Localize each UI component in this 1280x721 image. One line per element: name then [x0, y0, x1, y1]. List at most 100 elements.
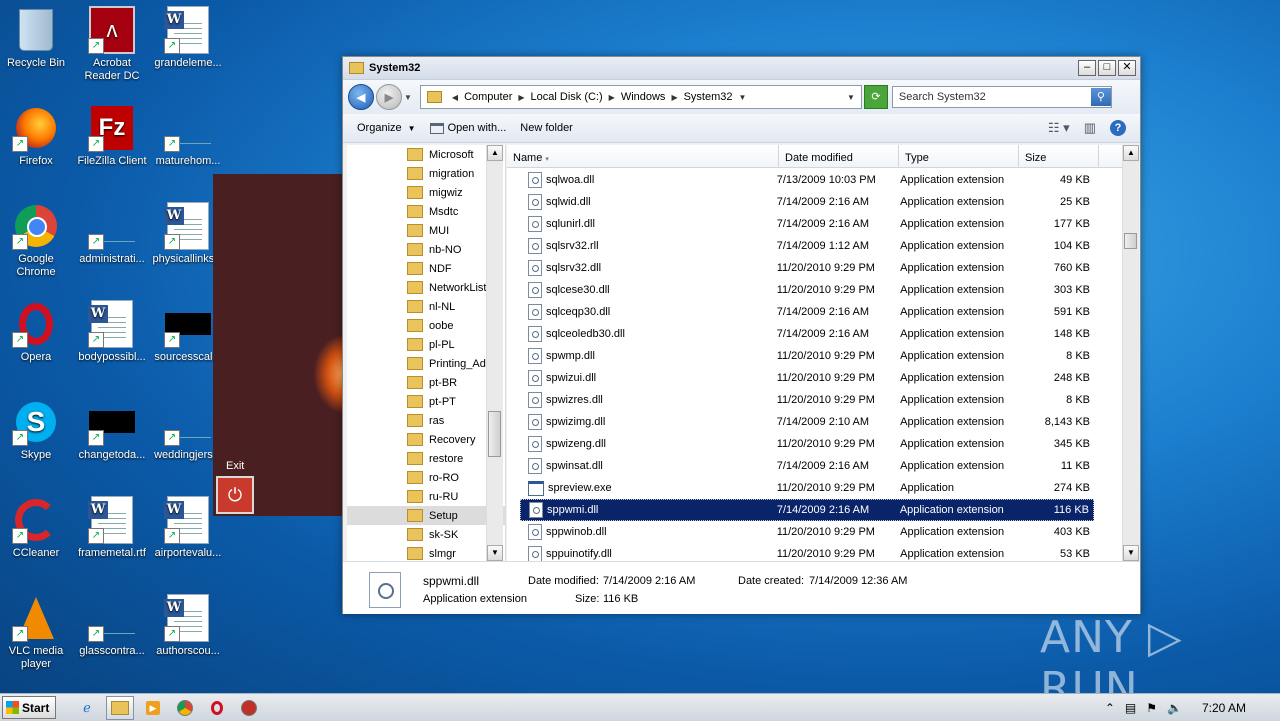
desktop-icon[interactable]: ↗ CCleaner [0, 496, 73, 560]
nav-folder-item[interactable]: Microsoft [347, 145, 505, 164]
column-size[interactable]: Size [1019, 145, 1099, 167]
red-app-icon[interactable] [236, 697, 262, 719]
exit-button[interactable]: ⏻ [216, 476, 254, 514]
show-hidden-icons-icon[interactable]: ⌃ [1105, 701, 1115, 715]
file-row[interactable]: sqlceoledb30.dll 7/14/2009 2:16 AM Applica… [520, 323, 1094, 345]
desktop-icon[interactable]: Fz ↗ FileZilla Client [75, 104, 149, 168]
refresh-button[interactable]: ⟳ [863, 85, 888, 109]
nav-scrollbar[interactable]: ▲ ▼ [486, 145, 503, 561]
navigation-pane[interactable]: Microsoft migration migwiz Msdtc MUI nb-NO NDF… [347, 145, 506, 561]
breadcrumb-system32[interactable]: System32 [684, 91, 733, 103]
desktop-icon[interactable]: W ↗ bodypossibl... [75, 300, 149, 364]
desktop-icon[interactable]: ↗ Opera [0, 300, 73, 364]
file-scroll-thumb[interactable] [1124, 233, 1137, 249]
internet-explorer-icon[interactable]: ℯ [74, 697, 100, 719]
desktop-icon[interactable]: Recycle Bin [0, 6, 73, 70]
nav-folder-item[interactable]: Setup [347, 506, 505, 525]
nav-folder-item[interactable]: pt-PT [347, 392, 505, 411]
file-row[interactable]: sqlceqp30.dll 7/14/2009 2:16 AM Applicatio… [520, 301, 1094, 323]
close-button[interactable]: ✕ [1118, 60, 1136, 76]
minimize-button[interactable]: – [1078, 60, 1096, 76]
new-folder-button[interactable]: New folder [520, 122, 573, 134]
address-bar[interactable]: ◀ Computer ▶ Local Disk (C:) ▶ Windows ▶… [419, 85, 862, 109]
nav-folder-item[interactable]: nl-NL [347, 297, 505, 316]
nav-folder-item[interactable]: ru-RU [347, 487, 505, 506]
column-name[interactable]: Name ▾ [507, 145, 779, 167]
breadcrumb-chevron-icon[interactable]: ▶ [609, 93, 615, 102]
file-row[interactable]: spwizeng.dll 11/20/2010 9:29 PM Applicatio… [520, 433, 1094, 455]
nav-folder-item[interactable]: migwiz [347, 183, 505, 202]
volume-icon[interactable]: 🔈 [1167, 701, 1182, 715]
opera-icon[interactable] [204, 697, 230, 719]
file-row[interactable]: sppuinotify.dll 11/20/2010 9:29 PM Applica… [520, 543, 1094, 561]
nav-folder-item[interactable]: pt-BR [347, 373, 505, 392]
chrome-icon[interactable] [172, 697, 198, 719]
file-row[interactable]: sppwmi.dll 7/14/2009 2:16 AM Application e… [520, 499, 1094, 521]
desktop-icon[interactable]: ↗ administrati... [75, 202, 149, 266]
action-center-flag-icon[interactable]: ⚑ [1146, 701, 1157, 715]
breadcrumb-chevron-icon[interactable]: ▶ [518, 93, 524, 102]
help-icon[interactable]: ? [1110, 120, 1126, 136]
forward-button[interactable]: ▶ [376, 84, 402, 110]
scroll-up-arrow-icon[interactable]: ▲ [487, 145, 503, 161]
file-list-pane[interactable]: Name ▾ Date modified Type Size sqlwoa.dl… [507, 145, 1138, 561]
file-row[interactable]: sppwinob.dll 11/20/2010 9:29 PM Applicatio… [520, 521, 1094, 543]
file-row[interactable]: spreview.exe 11/20/2010 9:29 PM Applicatio… [520, 477, 1094, 499]
nav-folder-item[interactable]: nb-NO [347, 240, 505, 259]
file-row[interactable]: spwmp.dll 11/20/2010 9:29 PM Application e… [520, 345, 1094, 367]
nav-folder-item[interactable]: Recovery [347, 430, 505, 449]
organize-button[interactable]: Organize ▼ [357, 122, 416, 134]
file-row[interactable]: sqlsrv32.dll 11/20/2010 9:29 PM Applicatio… [520, 257, 1094, 279]
clock[interactable]: 7:20 AM [1202, 701, 1246, 715]
nav-folder-item[interactable]: MUI [347, 221, 505, 240]
desktop-icon[interactable]: S ↗ Skype [0, 398, 73, 462]
breadcrumb-chevron-icon[interactable]: ◀ [452, 93, 458, 102]
view-options-icon[interactable]: ☷ ▾ [1048, 120, 1070, 136]
nav-scroll-thumb[interactable] [488, 411, 501, 457]
nav-folder-item[interactable]: restore [347, 449, 505, 468]
address-dropdown-icon[interactable]: ▼ [847, 93, 855, 102]
recent-pages-dropdown[interactable]: ▼ [404, 93, 412, 102]
file-scrollbar[interactable]: ▲ ▼ [1122, 145, 1139, 561]
column-type[interactable]: Type [899, 145, 1019, 167]
nav-folder-item[interactable]: sk-SK [347, 525, 505, 544]
search-input[interactable]: Search System32 ⚲ [891, 86, 1112, 108]
scroll-down-arrow-icon[interactable]: ▼ [1123, 545, 1139, 561]
windows-explorer-icon[interactable] [106, 695, 134, 720]
scroll-up-arrow-icon[interactable]: ▲ [1123, 145, 1139, 161]
file-row[interactable]: sqlwoa.dll 7/13/2009 10:03 PM Application … [520, 169, 1094, 191]
file-row[interactable]: sqlwid.dll 7/14/2009 2:16 AM Application e… [520, 191, 1094, 213]
nav-folder-item[interactable]: NDF [347, 259, 505, 278]
nav-folder-item[interactable]: ro-RO [347, 468, 505, 487]
file-row[interactable]: sqlunirl.dll 7/14/2009 2:16 AM Application… [520, 213, 1094, 235]
maximize-button[interactable]: □ [1098, 60, 1116, 76]
desktop-icon[interactable]: ↗ Google Chrome [0, 202, 73, 279]
nav-folder-item[interactable]: ras [347, 411, 505, 430]
search-icon[interactable]: ⚲ [1090, 88, 1111, 106]
explorer-window[interactable]: System32 – □ ✕ ◀ ▶ ▼ ◀ Computer ▶ Local … [342, 56, 1141, 614]
breadcrumb-chevron-icon[interactable]: ▼ [739, 93, 747, 102]
desktop-icon[interactable]: ↗ maturehom... [151, 104, 225, 168]
desktop-icon[interactable]: W ↗ authorscou... [151, 594, 225, 658]
nav-folder-item[interactable]: Msdtc [347, 202, 505, 221]
file-row[interactable]: spwizres.dll 11/20/2010 9:29 PM Applicatio… [520, 389, 1094, 411]
file-row[interactable]: spwinsat.dll 7/14/2009 2:16 AM Application… [520, 455, 1094, 477]
nav-folder-item[interactable]: NetworkList [347, 278, 505, 297]
desktop-icon[interactable]: ↗ VLC media player [0, 594, 73, 671]
media-player-icon[interactable]: ▶ [140, 697, 166, 719]
file-row[interactable]: spwizui.dll 11/20/2010 9:29 PM Application… [520, 367, 1094, 389]
breadcrumb-chevron-icon[interactable]: ▶ [671, 93, 677, 102]
network-icon[interactable]: ▤ [1125, 701, 1136, 715]
scroll-down-arrow-icon[interactable]: ▼ [487, 545, 503, 561]
file-row[interactable]: sqlcese30.dll 11/20/2010 9:29 PM Applicati… [520, 279, 1094, 301]
breadcrumb-computer[interactable]: Computer [464, 91, 512, 103]
file-row[interactable]: spwizimg.dll 7/14/2009 2:10 AM Application… [520, 411, 1094, 433]
breadcrumb-windows[interactable]: Windows [621, 91, 666, 103]
desktop-icon[interactable]: W ↗ grandeleme... [151, 6, 225, 70]
nav-folder-item[interactable]: Printing_Adm [347, 354, 505, 373]
start-button[interactable]: Start [2, 696, 56, 719]
desktop-icon[interactable]: ↗ Firefox [0, 104, 73, 168]
desktop-icon[interactable]: W ↗ framemetal.rtf [75, 496, 149, 560]
breadcrumb-local-disk[interactable]: Local Disk (C:) [531, 91, 603, 103]
desktop-icon[interactable]: ↗ glasscontra... [75, 594, 149, 658]
